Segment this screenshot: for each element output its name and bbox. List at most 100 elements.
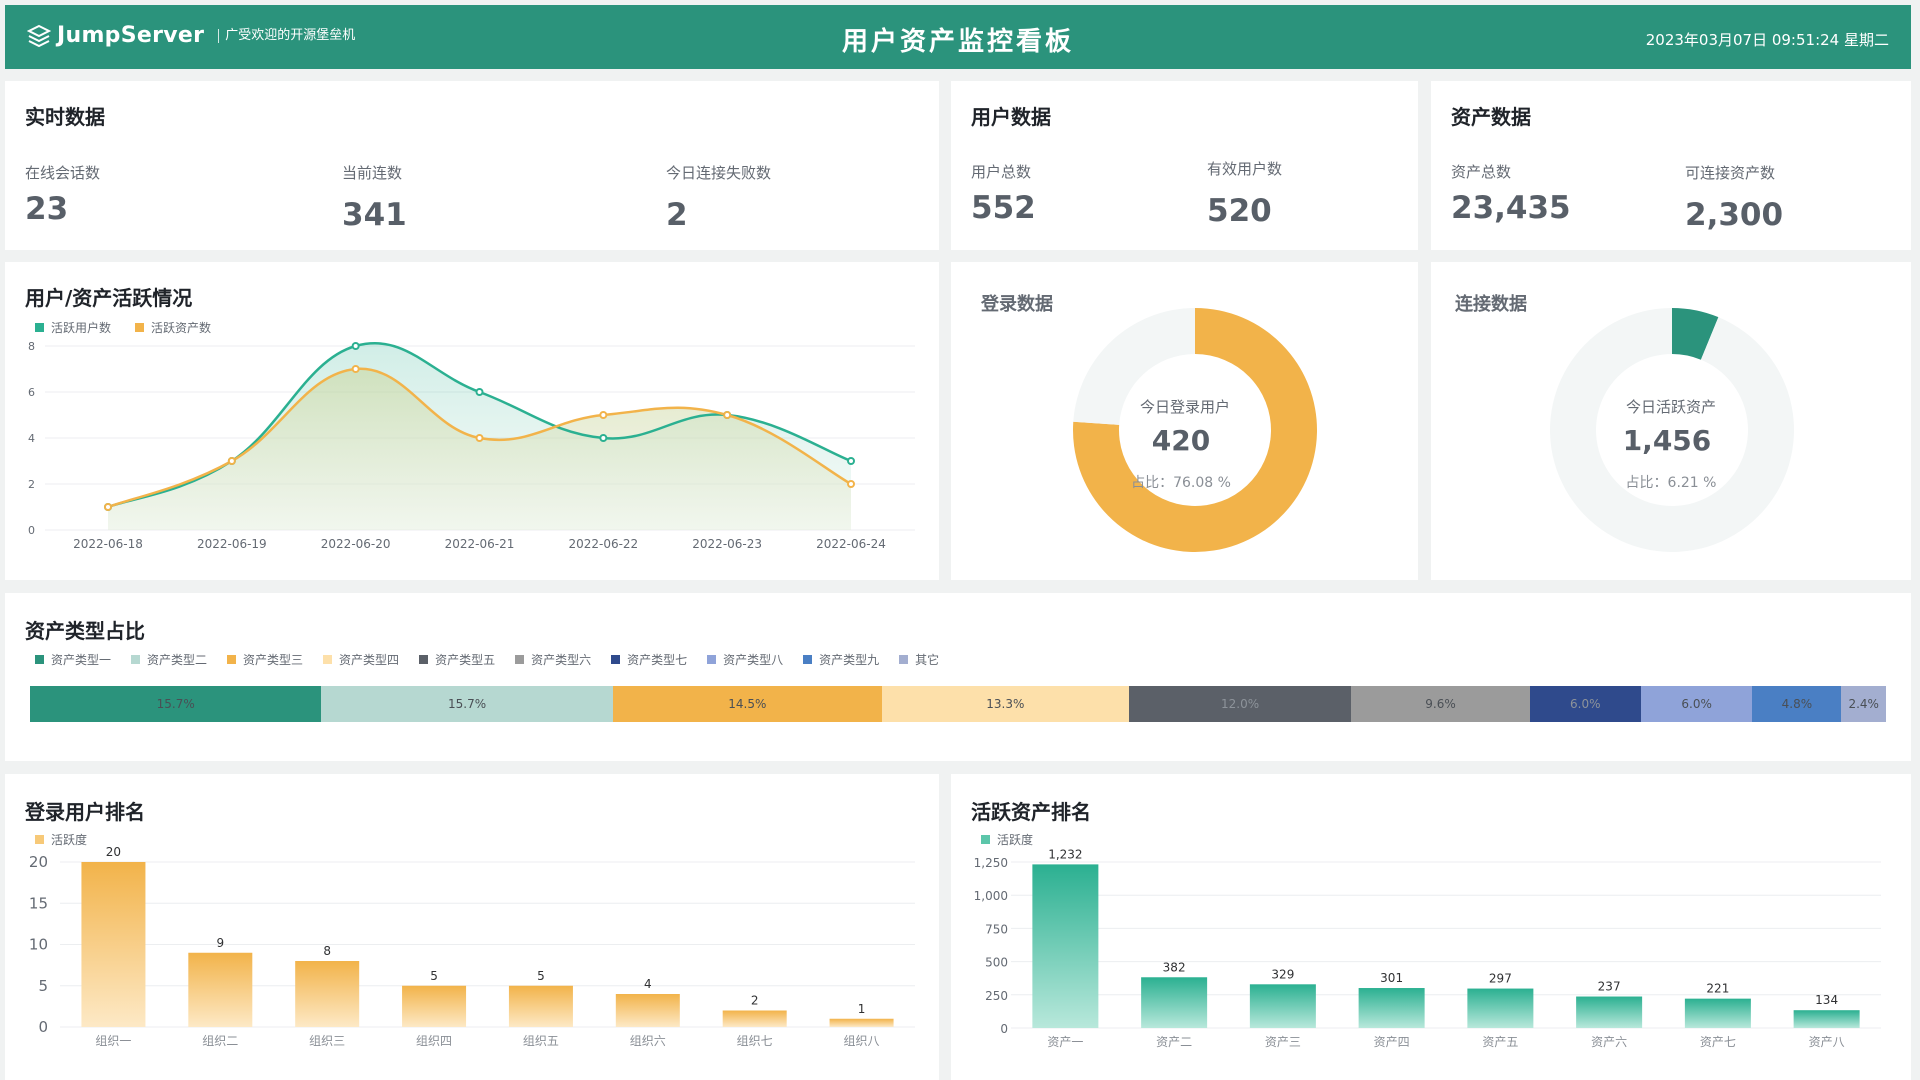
legend-item-asset-type[interactable]: 资产类型七 xyxy=(611,651,687,668)
y-tick-label: 750 xyxy=(985,922,1008,936)
login-donut-chart: 今日登录用户 420 占比：76.08 % xyxy=(1073,308,1317,552)
bar[interactable] xyxy=(1684,998,1751,1028)
data-point[interactable] xyxy=(723,411,732,419)
asset-rank-card: 活跃资产排名 活跃度 0 250 500 750 1,000 1,250 1,232 资产一 3… xyxy=(951,774,1911,1080)
asset-type-segment[interactable]: 15.7% xyxy=(321,686,613,722)
asset-type-segment[interactable]: 4.8% xyxy=(1752,686,1842,722)
stat-value: 2 xyxy=(666,197,688,233)
bar[interactable] xyxy=(829,1018,894,1027)
connection-donut-chart: 今日活跃资产 1,456 占比：6.21 % xyxy=(1550,308,1794,552)
legend-label: 资产类型七 xyxy=(627,653,688,667)
x-tick-label: 2022-06-22 xyxy=(568,537,638,551)
page-title: 用户资产监控看板 xyxy=(841,27,1074,57)
legend-label: 资产类型八 xyxy=(723,653,784,667)
stat-label: 资产总数 xyxy=(1451,163,1512,181)
asset-type-segment[interactable]: 6.0% xyxy=(1529,686,1641,722)
legend-label: 资产类型一 xyxy=(51,653,112,667)
x-tick-label: 资产八 xyxy=(1809,1035,1845,1049)
asset-type-segment[interactable]: 9.6% xyxy=(1351,686,1530,722)
legend-swatch xyxy=(707,655,717,664)
card-title: 用户数据 xyxy=(971,105,1051,129)
data-point[interactable] xyxy=(351,342,360,350)
bar-value-label: 2 xyxy=(751,994,759,1008)
asset-type-segment[interactable]: 15.7% xyxy=(30,686,322,722)
data-point[interactable] xyxy=(599,434,608,442)
data-point[interactable] xyxy=(847,480,855,488)
bar[interactable] xyxy=(81,862,146,1027)
legend-item-asset-type[interactable]: 资产类型二 xyxy=(131,651,207,668)
stat-value: 23 xyxy=(25,191,69,227)
login-data-card: 登录数据 今日登录用户 420 占比：76.08 % xyxy=(951,262,1418,580)
legend-item-asset-type[interactable]: 资产类型八 xyxy=(707,651,783,668)
bar[interactable] xyxy=(615,994,680,1027)
x-tick-label: 资产四 xyxy=(1374,1035,1410,1049)
asset-type-segment[interactable]: 6.0% xyxy=(1640,686,1753,722)
legend-item-asset-type[interactable]: 其它 xyxy=(899,651,939,668)
top-header: JumpServer 广受欢迎的开源堡垒机 用户资产监控看板 2023年03月0… xyxy=(5,5,1911,69)
legend-item-asset-type[interactable]: 资产类型六 xyxy=(515,651,591,668)
y-tick-label: 0 xyxy=(28,524,35,537)
donut-center-value: 1,456 xyxy=(1623,424,1712,457)
bar[interactable] xyxy=(1467,988,1534,1028)
stat-value: 2,300 xyxy=(1685,197,1784,233)
donut-center-label: 今日登录用户 xyxy=(1140,398,1230,416)
asset-type-card: 资产类型占比 资产类型一 资产类型二 资产类型三 资产类型四 资产类型五 资产类型六 资产类… xyxy=(5,593,1911,761)
asset-type-segment[interactable]: 2.4% xyxy=(1841,686,1886,722)
data-point[interactable] xyxy=(475,434,484,442)
x-tick-label: 组织五 xyxy=(523,1034,559,1048)
bar-value-label: 5 xyxy=(537,969,545,983)
bar[interactable] xyxy=(188,952,253,1027)
data-point[interactable] xyxy=(351,365,360,373)
stat-label: 在线会话数 xyxy=(25,164,101,182)
asset-type-stacked-bar: 15.7% 15.7% 14.5% 13.3% 12.0% 9.6% 6.0% 6.0% 4.8… xyxy=(30,686,1886,722)
data-point[interactable] xyxy=(227,457,236,465)
bar[interactable] xyxy=(1576,996,1643,1028)
asset-type-segment[interactable]: 12.0% xyxy=(1128,686,1352,722)
y-tick-label: 5 xyxy=(38,977,48,995)
bar[interactable] xyxy=(508,985,573,1027)
y-tick-label: 1,250 xyxy=(974,856,1008,870)
y-tick-label: 250 xyxy=(985,989,1008,1003)
user-rank-card: 登录用户排名 活跃度 0 5 10 15 20 20 组织一 9 组织二 8 组织三 5 组织四 5 组织五… xyxy=(5,774,939,1080)
y-tick-label: 8 xyxy=(28,340,35,353)
legend-label: 资产类型五 xyxy=(435,653,496,667)
data-point[interactable] xyxy=(847,457,855,465)
bar[interactable] xyxy=(1249,984,1316,1028)
stat-label: 今日连接失败数 xyxy=(666,164,772,182)
legend-swatch xyxy=(899,655,909,664)
data-point[interactable] xyxy=(475,388,484,396)
x-tick-label: 资产二 xyxy=(1156,1035,1192,1049)
bar[interactable] xyxy=(1141,977,1208,1028)
legend-item-asset-type[interactable]: 资产类型九 xyxy=(803,651,879,668)
user-data-card: 用户数据 用户总数 552 有效用户数 520 xyxy=(951,81,1418,250)
y-tick-label: 20 xyxy=(29,853,48,871)
bar[interactable] xyxy=(295,961,360,1027)
asset-data-card: 资产数据 资产总数 23,435 可连接资产数 2,300 xyxy=(1431,81,1911,250)
asset-type-segment[interactable]: 13.3% xyxy=(881,686,1129,722)
bar[interactable] xyxy=(722,1010,787,1028)
legend-swatch xyxy=(131,655,141,664)
card-title: 资产类型占比 xyxy=(25,619,145,643)
donut-ratio: 占比：76.08 % xyxy=(1131,475,1231,491)
legend-item-asset-type[interactable]: 资产类型三 xyxy=(227,651,303,668)
bar-value-label: 5 xyxy=(430,969,438,983)
x-tick-label: 2022-06-21 xyxy=(445,537,515,551)
stat-value: 552 xyxy=(971,190,1036,226)
bar[interactable] xyxy=(1793,1010,1860,1028)
legend-item-asset-type[interactable]: 资产类型四 xyxy=(323,651,399,668)
legend-item-asset-type[interactable]: 资产类型一 xyxy=(35,651,111,668)
bar[interactable] xyxy=(1032,864,1099,1028)
asset-type-segment[interactable]: 14.5% xyxy=(612,686,882,722)
legend-item-asset-type[interactable]: 资产类型五 xyxy=(419,651,495,668)
data-point[interactable] xyxy=(599,411,608,419)
bar-value-label: 1 xyxy=(858,1002,866,1016)
bar[interactable] xyxy=(402,985,467,1027)
stat-total-assets: 资产总数 23,435 xyxy=(1451,161,1571,226)
y-tick-label: 15 xyxy=(29,894,48,912)
data-point[interactable] xyxy=(104,503,112,511)
legend-swatch xyxy=(515,655,525,664)
stat-label: 用户总数 xyxy=(971,163,1032,181)
x-tick-label: 2022-06-23 xyxy=(692,537,762,551)
stat-label: 当前连数 xyxy=(342,164,403,182)
bar[interactable] xyxy=(1358,988,1425,1028)
